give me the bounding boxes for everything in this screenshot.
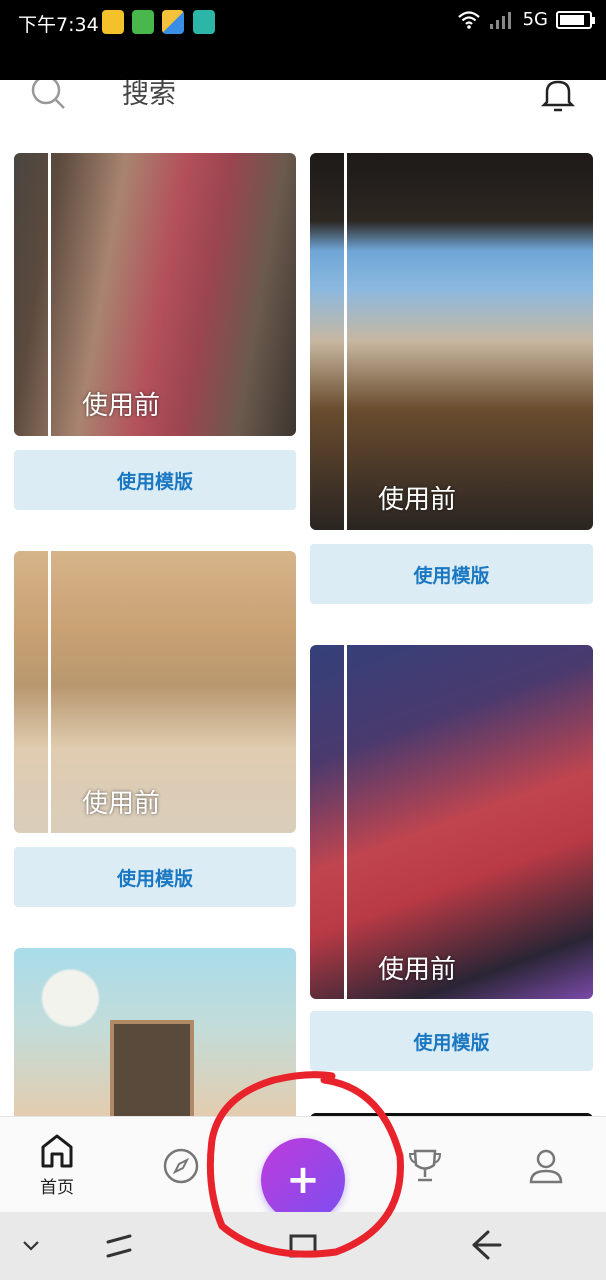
template-card[interactable]: 使用前	[310, 645, 593, 999]
compass-icon	[163, 1148, 199, 1184]
nav-discover[interactable]	[162, 1147, 200, 1185]
before-label: 使用前	[82, 789, 161, 819]
template-card[interactable]: 使用前	[14, 153, 296, 436]
use-template-button[interactable]: 使用模版	[310, 1011, 593, 1071]
compare-divider	[344, 153, 347, 530]
back-icon[interactable]	[470, 1228, 504, 1262]
nav-home[interactable]: 首页	[38, 1133, 76, 1198]
home-icon	[41, 1134, 73, 1168]
template-photo	[310, 645, 593, 999]
menu-icon[interactable]	[104, 1230, 134, 1262]
compare-divider	[48, 551, 51, 833]
trophy-icon	[408, 1149, 442, 1182]
status-time: 下午7:34	[18, 14, 99, 36]
add-icon[interactable]: +	[261, 1138, 345, 1222]
before-label: 使用前	[82, 391, 161, 421]
home-button-icon[interactable]	[286, 1230, 320, 1262]
door-graphic	[110, 1020, 194, 1116]
wifi-icon	[457, 10, 480, 29]
compare-divider	[48, 153, 51, 436]
template-feed[interactable]: 使用前 使用模版 使用前 使用模版 使用前 使用模版 使用前 使用模版	[0, 140, 606, 1116]
bottom-nav: 首页 +	[0, 1116, 606, 1222]
signal-icon	[489, 11, 511, 29]
battery-icon	[556, 10, 595, 29]
bell-icon[interactable]	[540, 80, 576, 112]
search-icon[interactable]	[30, 80, 70, 110]
use-template-button[interactable]: 使用模版	[310, 544, 593, 604]
nav-challenges[interactable]	[406, 1147, 444, 1185]
status-bar: 下午7:34 5G	[0, 0, 606, 80]
search-header: 搜索	[0, 80, 606, 140]
search-input[interactable]: 搜索	[122, 80, 176, 110]
system-nav-bar	[0, 1212, 606, 1280]
android-app-icon	[132, 10, 154, 34]
nav-home-label: 首页	[40, 1178, 74, 1198]
scan-app-icon	[193, 10, 215, 34]
template-card[interactable]	[14, 948, 296, 1116]
before-label: 使用前	[378, 955, 457, 985]
use-template-button[interactable]: 使用模版	[14, 450, 296, 510]
template-photo	[310, 153, 593, 530]
before-label: 使用前	[378, 485, 457, 515]
use-template-button[interactable]: 使用模版	[14, 847, 296, 907]
template-card[interactable]: 使用前	[310, 153, 593, 530]
compare-divider	[344, 645, 347, 999]
chevron-down-icon[interactable]	[22, 1240, 40, 1252]
template-card[interactable]: 使用前	[14, 551, 296, 833]
network-type: 5G	[522, 9, 548, 30]
folder-app-icon	[102, 10, 124, 34]
photo-app-icon	[162, 10, 184, 34]
nav-profile[interactable]	[527, 1147, 565, 1185]
profile-icon	[529, 1149, 563, 1184]
